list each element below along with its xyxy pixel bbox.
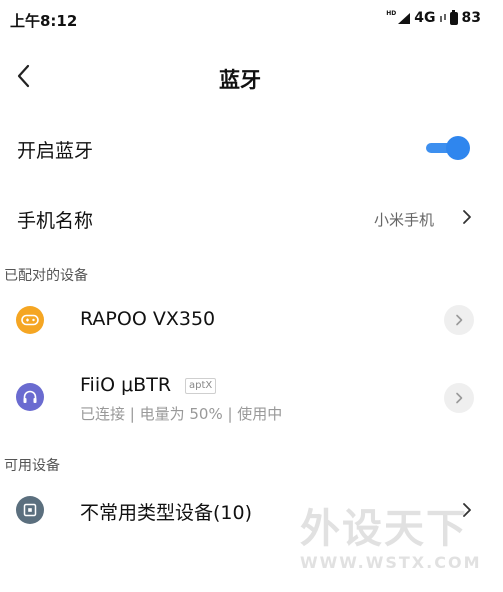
device-name[interactable]: 不常用类型设备(10) <box>80 498 252 525</box>
headphones-icon <box>16 383 44 411</box>
chevron-right-icon <box>456 314 463 326</box>
unknown-device-icon <box>16 496 44 524</box>
device-details-button[interactable] <box>444 305 474 335</box>
battery-level: 83 <box>461 10 481 26</box>
phone-name-label: 手机名称 <box>17 210 94 232</box>
device-status: 已连接 | 电量为 50% | 使用中 <box>80 405 283 423</box>
signal-icon <box>398 12 411 24</box>
available-devices-section-title: 可用设备 <box>4 458 60 474</box>
paired-devices-section-title: 已配对的设备 <box>4 268 88 284</box>
battery-icon <box>449 9 458 25</box>
network-type: 4G <box>414 10 436 26</box>
bluetooth-toggle-label: 开启蓝牙 <box>17 140 94 162</box>
chevron-right-icon <box>456 392 463 404</box>
status-time: 上午8:12 <box>10 12 78 30</box>
device-name[interactable]: RAPOO VX350 <box>80 308 215 330</box>
device-details-button[interactable] <box>444 383 474 413</box>
hd-indicator: HD <box>386 9 397 17</box>
data-arrows-icon <box>439 14 446 22</box>
status-icons: HD 4G 83 <box>386 9 481 26</box>
watermark-brand: 外设天下 <box>300 506 468 552</box>
phone-name-value[interactable]: 小米手机 <box>374 209 434 230</box>
page-title: 蓝牙 <box>219 68 261 92</box>
gamepad-icon <box>16 306 44 334</box>
watermark-url: WWW.WSTX.COM <box>300 553 482 572</box>
watermark: 外设天下 WWW.WSTX.COM <box>300 505 481 572</box>
bluetooth-toggle[interactable] <box>426 136 470 160</box>
chevron-right-icon[interactable] <box>462 209 472 225</box>
codec-badge: aptX <box>185 378 217 394</box>
device-name[interactable]: FiiO μBTR <box>80 374 171 396</box>
toggle-knob <box>446 136 470 160</box>
